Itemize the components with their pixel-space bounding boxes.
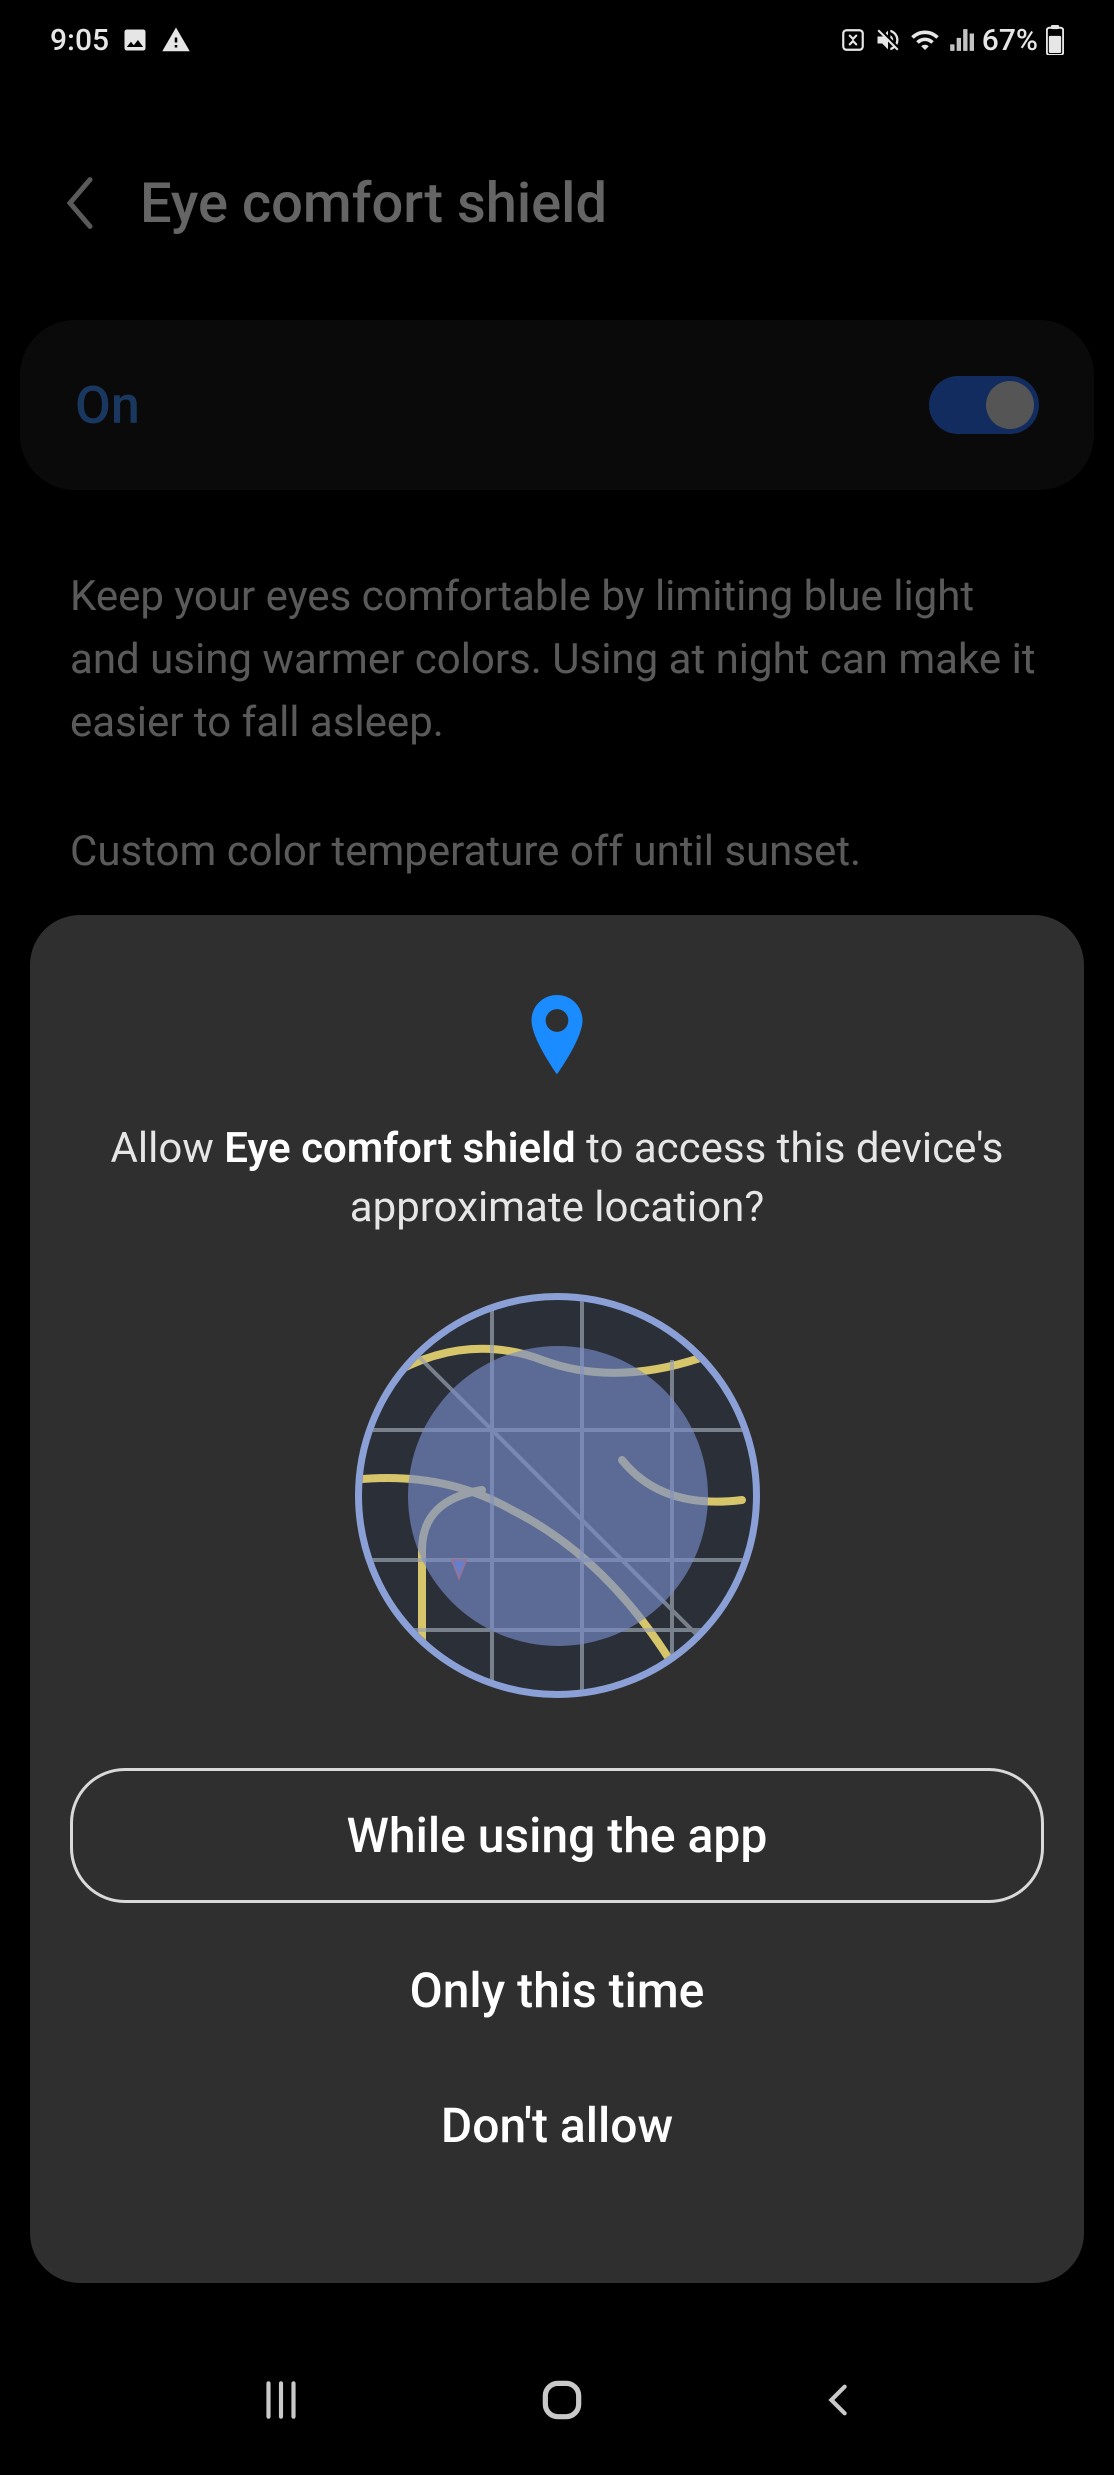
image-icon <box>121 26 149 54</box>
recents-button[interactable] <box>256 2375 306 2425</box>
deny-button[interactable]: Don't allow <box>70 2058 1044 2193</box>
back-button[interactable] <box>818 2375 858 2425</box>
recycle-icon <box>840 27 866 53</box>
battery-pct: 67% <box>982 23 1038 58</box>
description-primary: Keep your eyes comfortable by limiting b… <box>70 565 1044 754</box>
signal-icon <box>948 27 974 53</box>
battery-icon <box>1046 25 1064 55</box>
location-pin-icon <box>70 995 1044 1080</box>
map-illustration-wrap <box>70 1293 1044 1698</box>
permission-prompt: Allow Eye comfort shield to access this … <box>70 1120 1044 1238</box>
page-header: Eye comfort shield <box>60 170 607 236</box>
map-illustration <box>355 1293 760 1698</box>
status-right: 67% <box>840 23 1064 58</box>
toggle-knob <box>986 381 1034 429</box>
wifi-icon <box>910 25 940 55</box>
toggle-label: On <box>75 375 140 436</box>
status-time: 9:05 <box>50 23 109 58</box>
navigation-bar <box>0 2360 1114 2440</box>
permission-dialog: Allow Eye comfort shield to access this … <box>30 915 1084 2283</box>
status-left: 9:05 <box>50 23 191 58</box>
mute-icon <box>874 26 902 54</box>
page-title: Eye comfort shield <box>140 170 607 236</box>
master-toggle-card[interactable]: On <box>20 320 1094 490</box>
warning-icon <box>161 25 191 55</box>
description-secondary: Custom color temperature off until sunse… <box>70 820 1044 883</box>
status-bar: 9:05 67% <box>0 0 1114 80</box>
back-icon[interactable] <box>60 173 100 233</box>
toggle-switch[interactable] <box>929 376 1039 434</box>
home-button[interactable] <box>537 2375 587 2425</box>
allow-once-button[interactable]: Only this time <box>70 1923 1044 2058</box>
allow-while-using-button[interactable]: While using the app <box>70 1768 1044 1903</box>
prompt-pre: Allow <box>111 1124 225 1173</box>
prompt-app-name: Eye comfort shield <box>224 1124 575 1173</box>
